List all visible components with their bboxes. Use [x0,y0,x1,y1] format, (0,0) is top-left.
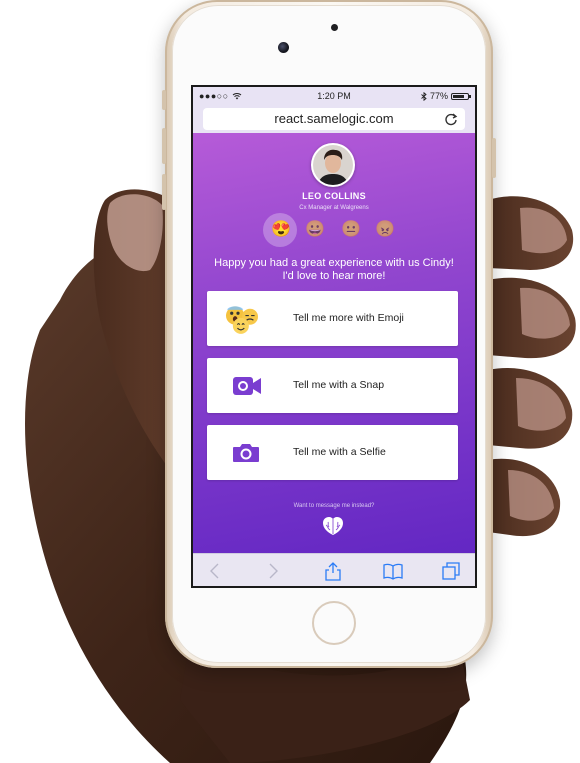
reload-icon[interactable] [443,111,459,127]
mute-switch [162,90,166,110]
avatar [311,143,355,187]
message-line-2: I'd love to hear more! [282,270,386,282]
profile-photo [313,145,353,185]
selfie-option-label: Tell me with a Selfie [293,446,386,458]
profile-name: LEO COLLINS [302,191,366,201]
thank-you-message: Happy you had a great experience with us… [193,257,475,283]
brain-logo-icon[interactable] [321,513,345,537]
neutral-emoji-icon[interactable]: 😐 [341,221,361,239]
emoji-cluster-icon [226,306,258,334]
back-icon[interactable] [205,561,225,581]
phone-screen: ●●●○○ 1:20 PM 77% react.samelogic.com LE… [193,87,475,586]
snap-option-label: Tell me with a Snap [293,379,385,391]
message-line-1: Happy you had a great experience with us… [214,257,454,269]
tabs-icon[interactable] [441,561,461,581]
address-bar-area: react.samelogic.com [193,106,475,133]
home-button[interactable] [312,601,356,645]
speaker-dot [331,24,338,31]
message-hint: Want to message me instead? [293,503,375,509]
bookmarks-icon[interactable] [383,561,403,581]
battery-icon [451,92,471,100]
status-bar: ●●●○○ 1:20 PM 77% [193,87,475,106]
front-camera [278,42,289,53]
share-icon[interactable] [323,561,343,581]
emoji-option-button[interactable]: Tell me more with Emoji [207,291,458,346]
photo-camera-icon [233,444,259,462]
url-text: react.samelogic.com [274,111,394,126]
survey-page: LEO COLLINS Cx Manager at Walgreens 😍 😀 … [193,133,475,553]
forward-icon[interactable] [263,561,283,581]
snap-option-button[interactable]: Tell me with a Snap [207,358,458,413]
address-bar[interactable]: react.samelogic.com [203,108,465,130]
profile-role: Cx Manager at Walgreens [299,205,369,211]
video-camera-icon [233,377,261,395]
rating-emojis: 😍 😀 😐 😠 [263,213,405,247]
selfie-option-button[interactable]: Tell me with a Selfie [207,425,458,480]
grinning-emoji-icon[interactable]: 😀 [305,221,325,239]
bluetooth-icon [421,91,427,101]
emoji-option-label: Tell me more with Emoji [293,312,404,324]
battery-percent: 77% [429,91,448,101]
power-button [492,138,496,178]
phone-frame: ●●●○○ 1:20 PM 77% react.samelogic.com LE… [162,0,496,668]
status-right: 77% [421,91,471,101]
heart-eyes-emoji-icon[interactable]: 😍 [271,221,291,239]
angry-emoji-icon[interactable]: 😠 [375,221,395,239]
phone-face: ●●●○○ 1:20 PM 77% react.samelogic.com LE… [172,5,486,663]
volume-down-button [162,174,166,210]
browser-toolbar [193,553,475,586]
volume-up-button [162,128,166,164]
